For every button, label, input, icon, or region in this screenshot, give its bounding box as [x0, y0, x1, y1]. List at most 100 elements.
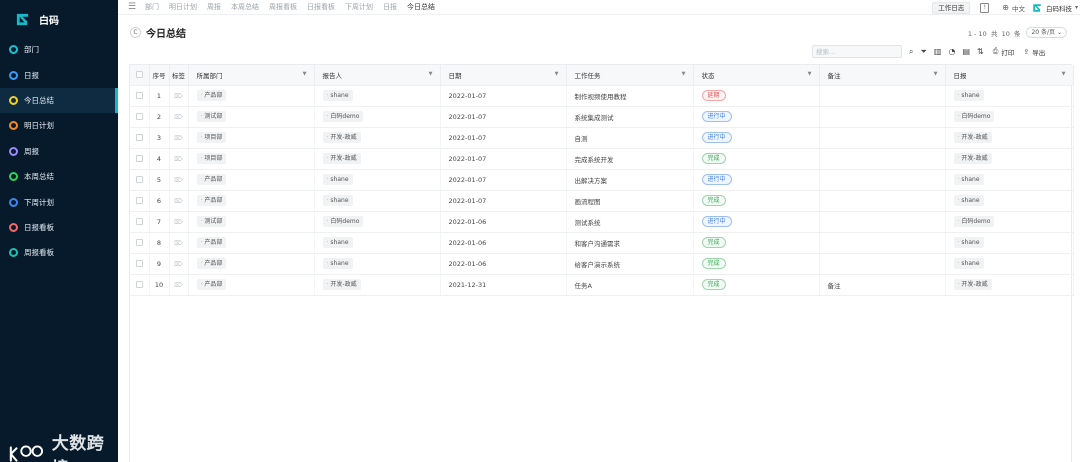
sort-icon[interactable]: ⇅	[977, 47, 984, 56]
daily-chip[interactable]: 开发-政威	[953, 153, 992, 164]
filter-icon[interactable]: ⏷	[920, 47, 926, 57]
table-row[interactable]: 4 ⌦ 项目部 开发-政威 2022-01-07完成系统开发完成 开发-政威	[130, 148, 1074, 170]
tab-1[interactable]: 部门	[145, 2, 159, 12]
reporter-chip[interactable]: 开发-政威	[322, 132, 361, 143]
daily-chip[interactable]: shane	[953, 195, 984, 206]
tab-6[interactable]: 日报看板	[307, 2, 335, 12]
org-name[interactable]: 白码科技	[1046, 3, 1072, 13]
reporter-chip[interactable]: 开发-政威	[322, 153, 361, 164]
daily-chip[interactable]: 白码demo	[953, 216, 995, 227]
daily-chip[interactable]: 开发-政威	[953, 132, 992, 143]
table-row[interactable]: 5 ⌦ 产品部 shane 2022-01-07出解决方案进行中 shane	[130, 169, 1074, 191]
menu-fold-icon[interactable]: ☰	[126, 2, 138, 12]
tag-icon[interactable]: ⌦	[174, 135, 182, 142]
tab-2[interactable]: 明日计划	[169, 2, 197, 12]
dept-chip[interactable]: 项目部	[196, 153, 227, 164]
tag-icon[interactable]: ⌦	[174, 261, 182, 268]
row-checkbox[interactable]	[135, 281, 143, 288]
search-input[interactable]	[812, 45, 902, 58]
reporter-chip[interactable]: 白码demo	[322, 216, 364, 227]
tag-icon[interactable]: ⌦	[174, 93, 182, 100]
row-checkbox[interactable]	[135, 197, 143, 204]
row-checkbox[interactable]	[135, 260, 143, 267]
column-header-date[interactable]: 日期 ▼	[440, 65, 567, 86]
column-header-dept[interactable]: 所属部门 ▼	[188, 65, 315, 86]
dept-chip[interactable]: 项目部	[196, 132, 227, 143]
column-header-status[interactable]: 状态 ▼	[693, 65, 820, 86]
pie-chart-icon[interactable]: ◔	[948, 47, 955, 56]
reporter-chip[interactable]: shane	[322, 174, 353, 185]
row-checkbox[interactable]	[135, 155, 143, 162]
dept-chip[interactable]: 产品部	[196, 174, 227, 185]
daily-chip[interactable]: 开发-政威	[953, 279, 992, 290]
sidebar-item-3[interactable]: 今日总结	[0, 87, 118, 114]
tag-icon[interactable]: ⌦	[174, 240, 182, 247]
group-icon[interactable]: ▤	[962, 47, 970, 56]
export-button[interactable]: ⇪ 导出	[1023, 47, 1045, 57]
search-icon[interactable]: ⌕	[909, 47, 913, 57]
tag-icon[interactable]: ⌦	[174, 198, 182, 205]
daily-chip[interactable]: 白码demo	[953, 111, 995, 122]
notification-icon[interactable]: !	[980, 2, 990, 13]
column-header-reporter[interactable]: 报告人 ▼	[314, 65, 441, 86]
reporter-chip[interactable]: shane	[322, 90, 353, 101]
column-header-task[interactable]: 工作任务 ▼	[566, 65, 694, 86]
chevron-down-icon[interactable]: ▼	[934, 71, 938, 77]
table-row[interactable]: 3 ⌦ 项目部 开发-政威 2022-01-07自测进行中 开发-政威	[130, 127, 1074, 149]
column-header-check[interactable]	[130, 65, 150, 86]
work-log-button[interactable]: 工作日志	[932, 1, 971, 14]
refresh-icon[interactable]: C	[130, 27, 141, 38]
row-checkbox[interactable]	[135, 113, 143, 120]
daily-chip[interactable]: shane	[953, 258, 984, 269]
reporter-chip[interactable]: shane	[322, 258, 353, 269]
sidebar-item-5[interactable]: 周报	[0, 139, 118, 164]
row-checkbox[interactable]	[135, 92, 143, 99]
bar-chart-icon[interactable]: ▥	[934, 47, 942, 56]
sidebar-item-9[interactable]: 周报看板	[0, 240, 118, 265]
column-header-daily[interactable]: 日报 ▼	[945, 65, 1074, 86]
column-header-index[interactable]: 序号	[149, 65, 170, 86]
print-button[interactable]: ⎙ 打印	[993, 47, 1015, 57]
sidebar-item-6[interactable]: 本周总结	[0, 164, 118, 189]
table-row[interactable]: 6 ⌦ 产品部 shane 2022-01-07画流程图完成 shane	[130, 190, 1074, 212]
language-selector[interactable]: 中文	[1012, 3, 1025, 13]
sidebar-item-8[interactable]: 日报看板	[0, 215, 118, 240]
dept-chip[interactable]: 产品部	[196, 195, 227, 206]
table-row[interactable]: 7 ⌦ 测试部 白码demo 2022-01-06测试系统进行中 白码demo	[130, 211, 1074, 233]
tab-3[interactable]: 周报	[207, 2, 221, 12]
daily-chip[interactable]: shane	[953, 90, 984, 101]
tag-icon[interactable]: ⌦	[174, 219, 182, 226]
daily-chip[interactable]: shane	[953, 174, 984, 185]
sidebar-item-2[interactable]: 日报	[0, 62, 118, 87]
daily-chip[interactable]: shane	[953, 237, 984, 248]
tag-icon[interactable]: ⌦	[174, 177, 182, 184]
column-header-remark[interactable]: 备注 ▼	[819, 65, 946, 86]
reporter-chip[interactable]: 白码demo	[322, 111, 364, 122]
row-checkbox[interactable]	[135, 176, 143, 183]
table-row[interactable]: 9 ⌦ 产品部 shane 2022-01-06给客户演示系统完成 shane	[130, 253, 1074, 275]
chevron-down-icon[interactable]: ▼	[1062, 71, 1066, 77]
row-checkbox[interactable]	[135, 239, 143, 246]
row-checkbox[interactable]	[135, 134, 143, 141]
globe-icon[interactable]: ⊕	[1002, 3, 1009, 12]
dept-chip[interactable]: 测试部	[196, 216, 227, 227]
sidebar-item-1[interactable]: 部门	[0, 37, 118, 62]
dept-chip[interactable]: 测试部	[196, 111, 227, 122]
tab-8[interactable]: 日报	[383, 2, 397, 12]
table-row[interactable]: 8 ⌦ 产品部 shane 2022-01-06和客户沟通需求完成 shane	[130, 232, 1074, 254]
chevron-down-icon[interactable]: ▼	[555, 71, 559, 77]
chevron-down-icon[interactable]: ▼	[303, 71, 307, 77]
dept-chip[interactable]: 产品部	[196, 237, 227, 248]
select-all-checkbox[interactable]	[135, 71, 143, 79]
table-row[interactable]: 1 ⌦ 产品部 shane 2022-01-07制作视频使用教程延期 shane	[130, 85, 1074, 107]
dept-chip[interactable]: 产品部	[196, 90, 227, 101]
dept-chip[interactable]: 产品部	[196, 258, 227, 269]
table-row[interactable]: 2 ⌦ 测试部 白码demo 2022-01-07系统集成测试进行中 白码demo	[130, 106, 1074, 128]
tab-9[interactable]: 今日总结	[407, 2, 435, 12]
row-checkbox[interactable]	[135, 218, 143, 225]
tab-7[interactable]: 下周计划	[345, 2, 373, 12]
sidebar-item-4[interactable]: 明日计划	[0, 113, 118, 138]
dept-chip[interactable]: 产品部	[196, 279, 227, 290]
reporter-chip[interactable]: shane	[322, 195, 353, 206]
reporter-chip[interactable]: shane	[322, 237, 353, 248]
